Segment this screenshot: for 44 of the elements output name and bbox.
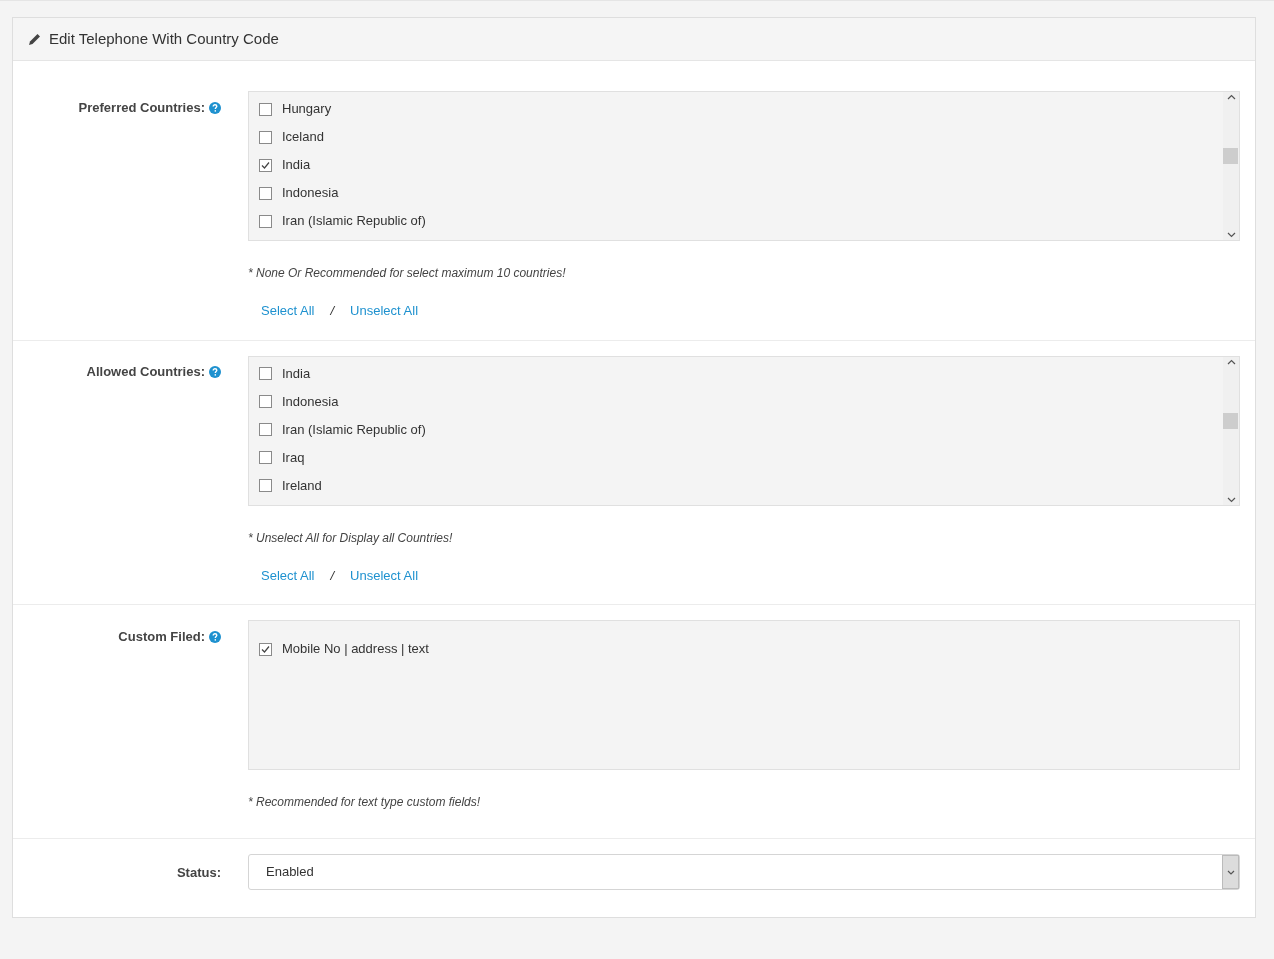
help-icon[interactable] [209, 101, 221, 114]
hint-text: * Recommended for text type custom fields! [248, 794, 482, 811]
checkbox[interactable] [259, 451, 272, 464]
help-icon[interactable] [209, 366, 221, 378]
unselect-all-link[interactable]: Unselect All [350, 565, 419, 585]
checkbox-label: Iran (Islamic Republic of) [282, 212, 426, 231]
checkbox-label: India [282, 364, 311, 383]
field-label: Status: [176, 863, 221, 882]
checkbox[interactable] [259, 214, 272, 228]
checkbox[interactable] [259, 479, 272, 492]
checkbox[interactable] [259, 367, 272, 380]
checkbox-label: Mobile No | address | text [282, 640, 429, 659]
panel-title: Edit Telephone With Country Code [49, 28, 279, 49]
checkbox-label: Indonesia [282, 392, 339, 411]
scrollbar-drawing[interactable] [1223, 92, 1239, 240]
select-all-link[interactable]: Select All [261, 565, 315, 585]
field-label: Custom Filed: [118, 627, 205, 646]
checkbox[interactable] [259, 423, 272, 436]
hint-text: * None Or Recommended for select maximum 10 countries! [248, 265, 567, 282]
field-label: Preferred Countries: [78, 98, 205, 117]
field-label: Allowed Countries: [86, 363, 205, 382]
checkbox[interactable] [259, 395, 272, 408]
separator: / [330, 566, 335, 585]
checkbox[interactable] [259, 186, 272, 200]
caret-icon [1226, 869, 1235, 875]
checkbox[interactable] [259, 102, 272, 116]
checkbox-label: Hungary [282, 100, 332, 119]
pencil-icon [28, 32, 41, 46]
checkbox-label: Indonesia [282, 184, 339, 203]
help-icon[interactable] [209, 630, 221, 643]
unselect-all-link[interactable]: Unselect All [350, 301, 419, 321]
checkbox[interactable] [259, 642, 272, 656]
checkbox-label: India [282, 156, 311, 175]
hint-text: * Unselect All for Display all Countries! [248, 529, 454, 547]
separator: / [330, 302, 335, 320]
checkbox-label: Ireland [282, 476, 322, 495]
checkbox-label: Iran (Islamic Republic of) [282, 420, 426, 439]
checkbox-label: Iceland [282, 128, 324, 147]
scrollbar-drawing[interactable] [1223, 356, 1239, 505]
checkbox[interactable] [259, 158, 272, 172]
checkbox-label: Iraq [282, 448, 305, 467]
status-select[interactable]: Enabled [248, 854, 1240, 890]
checkbox[interactable] [259, 130, 272, 144]
select-all-link[interactable]: Select All [261, 301, 315, 321]
